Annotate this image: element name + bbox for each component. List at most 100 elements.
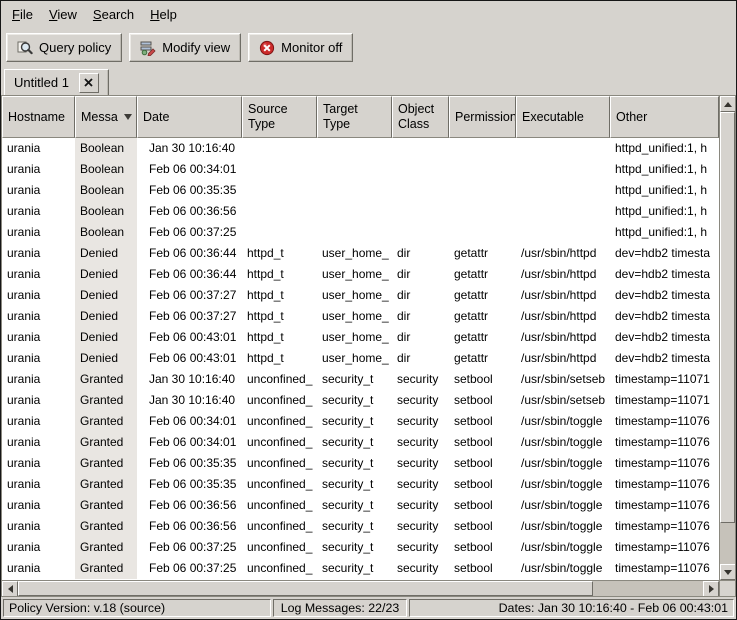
cell-executable: /usr/sbin/setseb [516, 390, 610, 411]
cell-permission: setbool [449, 453, 516, 474]
dates-panel: Dates: Jan 30 10:16:40 - Feb 06 00:43:01 [409, 599, 734, 617]
table-row[interactable]: urania Granted Feb 06 00:37:25 unconfine… [2, 537, 719, 558]
cell-executable: /usr/sbin/toggle [516, 558, 610, 579]
cell-executable [516, 201, 610, 222]
table-row[interactable]: urania Granted Feb 06 00:35:35 unconfine… [2, 474, 719, 495]
cell-executable: /usr/sbin/httpd [516, 327, 610, 348]
cell-hostname: urania [2, 222, 75, 243]
menu-help[interactable]: Help [142, 3, 185, 26]
cell-hostname: urania [2, 453, 75, 474]
cell-object-class: security [392, 453, 449, 474]
table-row[interactable]: urania Denied Feb 06 00:37:27 httpd_t us… [2, 306, 719, 327]
cell-message: Boolean [75, 159, 137, 180]
column-header-other[interactable]: Other [610, 96, 719, 138]
cell-source-type: unconfined_ [242, 432, 317, 453]
modify-view-button[interactable]: Modify view [129, 33, 241, 62]
vertical-scrollbar[interactable] [719, 96, 735, 580]
cell-target-type: security_t [317, 516, 392, 537]
column-header-hostname[interactable]: Hostname [2, 96, 75, 138]
table-row[interactable]: urania Denied Feb 06 00:36:44 httpd_t us… [2, 264, 719, 285]
table-row[interactable]: urania Granted Feb 06 00:36:56 unconfine… [2, 516, 719, 537]
log-table: Hostname Messa Date Source Type Target T… [1, 95, 736, 597]
cell-source-type: unconfined_ [242, 390, 317, 411]
cell-other: httpd_unified:1, h [610, 222, 719, 243]
cell-hostname: urania [2, 327, 75, 348]
cell-other: timestamp=11076 [610, 558, 719, 579]
horizontal-scroll-track[interactable] [18, 581, 703, 596]
column-header-target-type[interactable]: Target Type [317, 96, 392, 138]
table-row[interactable]: urania Granted Feb 06 00:34:01 unconfine… [2, 411, 719, 432]
cell-object-class [392, 201, 449, 222]
cell-other: dev=hdb2 timesta [610, 243, 719, 264]
down-arrow-icon[interactable] [720, 564, 736, 580]
up-arrow-icon[interactable] [720, 96, 736, 112]
column-header-executable[interactable]: Executable [516, 96, 610, 138]
column-header-message[interactable]: Messa [75, 96, 137, 138]
table-row[interactable]: urania Boolean Feb 06 00:34:01 httpd_uni… [2, 159, 719, 180]
cell-source-type: unconfined_ [242, 558, 317, 579]
left-arrow-icon[interactable] [2, 581, 18, 597]
right-arrow-icon[interactable] [703, 581, 719, 597]
table-row[interactable]: urania Boolean Jan 30 10:16:40 httpd_uni… [2, 138, 719, 159]
table-row[interactable]: urania Granted Feb 06 00:36:56 unconfine… [2, 495, 719, 516]
table-row[interactable]: urania Granted Feb 06 00:35:35 unconfine… [2, 453, 719, 474]
cell-other: timestamp=11071 [610, 390, 719, 411]
magnifier-icon [17, 40, 33, 56]
cell-executable [516, 222, 610, 243]
table-row[interactable]: urania Granted Jan 30 10:16:40 unconfine… [2, 390, 719, 411]
query-policy-button[interactable]: Query policy [6, 33, 122, 62]
vertical-scroll-track[interactable] [720, 112, 735, 564]
cell-message: Denied [75, 306, 137, 327]
table-row[interactable]: urania Granted Feb 06 00:34:01 unconfine… [2, 432, 719, 453]
menu-bar: File View Search Help [1, 1, 736, 28]
cell-executable: /usr/sbin/toggle [516, 495, 610, 516]
cell-permission: setbool [449, 390, 516, 411]
cell-hostname: urania [2, 558, 75, 579]
table-row[interactable]: urania Denied Feb 06 00:36:44 httpd_t us… [2, 243, 719, 264]
cell-other: timestamp=11071 [610, 369, 719, 390]
toolbar: Query policy Modify view Mo [1, 28, 736, 67]
table-header-row: Hostname Messa Date Source Type Target T… [2, 96, 719, 138]
table-row[interactable]: urania Boolean Feb 06 00:35:35 httpd_uni… [2, 180, 719, 201]
table-row[interactable]: urania Granted Feb 06 00:37:25 unconfine… [2, 558, 719, 579]
tab-untitled-1[interactable]: Untitled 1 [4, 69, 109, 95]
table-row[interactable]: urania Denied Feb 06 00:37:27 httpd_t us… [2, 285, 719, 306]
column-header-object-class[interactable]: Object Class [392, 96, 449, 138]
table-row[interactable]: urania Granted Jan 30 10:16:40 unconfine… [2, 369, 719, 390]
cell-date: Feb 06 00:35:35 [137, 453, 242, 474]
cell-target-type: security_t [317, 369, 392, 390]
column-header-source-type[interactable]: Source Type [242, 96, 317, 138]
menu-search[interactable]: Search [85, 3, 142, 26]
tab-close-button[interactable] [79, 73, 99, 93]
cell-hostname: urania [2, 369, 75, 390]
menu-view[interactable]: View [41, 3, 85, 26]
cell-permission: getattr [449, 327, 516, 348]
cell-permission: getattr [449, 285, 516, 306]
cell-target-type [317, 138, 392, 159]
horizontal-scrollbar[interactable] [2, 580, 719, 596]
menu-file[interactable]: File [4, 3, 41, 26]
horizontal-scroll-thumb[interactable] [18, 581, 593, 596]
monitor-off-button[interactable]: Monitor off [248, 33, 353, 62]
cell-other: timestamp=11076 [610, 495, 719, 516]
cell-object-class: dir [392, 264, 449, 285]
column-header-date[interactable]: Date [137, 96, 242, 138]
vertical-scroll-thumb[interactable] [720, 112, 735, 523]
cell-executable: /usr/sbin/toggle [516, 411, 610, 432]
cell-other: dev=hdb2 timesta [610, 285, 719, 306]
table-row[interactable]: urania Boolean Feb 06 00:37:25 httpd_uni… [2, 222, 719, 243]
cell-date: Jan 30 10:16:40 [137, 138, 242, 159]
cell-hostname: urania [2, 138, 75, 159]
cell-object-class: security [392, 411, 449, 432]
cell-object-class: security [392, 537, 449, 558]
cell-message: Denied [75, 243, 137, 264]
cell-other: httpd_unified:1, h [610, 180, 719, 201]
cell-object-class [392, 222, 449, 243]
cell-hostname: urania [2, 159, 75, 180]
column-header-permission[interactable]: Permission [449, 96, 516, 138]
table-row[interactable]: urania Denied Feb 06 00:43:01 httpd_t us… [2, 348, 719, 369]
table-row[interactable]: urania Denied Feb 06 00:43:01 httpd_t us… [2, 327, 719, 348]
cell-executable: /usr/sbin/toggle [516, 432, 610, 453]
cell-message: Denied [75, 264, 137, 285]
table-row[interactable]: urania Boolean Feb 06 00:36:56 httpd_uni… [2, 201, 719, 222]
